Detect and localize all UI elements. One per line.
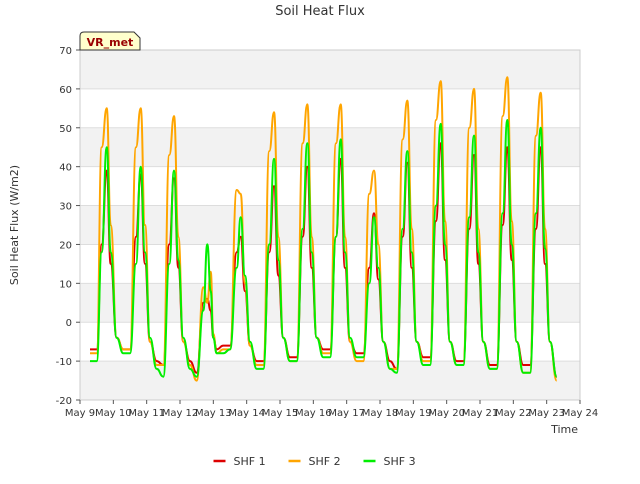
x-tick-label: May 11 (128, 408, 165, 419)
x-axis-label: Time (550, 423, 578, 436)
station-badge: VR_met (79, 31, 141, 51)
x-tick-label: May 12 (162, 408, 199, 419)
x-tick-label: May 17 (328, 408, 365, 419)
x-tick-label: May 19 (395, 408, 432, 419)
plot-band (80, 283, 580, 323)
x-tick-label: May 14 (228, 408, 265, 419)
chart: -20 -10 0 10 20 30 40 50 60 70 May 9 May 10 May 11 M… (0, 0, 640, 480)
x-tick-label: May 9 (65, 408, 95, 419)
x-tick-label: May 21 (462, 408, 499, 419)
x-tick-label: May 20 (428, 408, 465, 419)
y-axis-label: Soil Heat Flux (W/m2) (8, 165, 21, 285)
x-tick-label: May 10 (95, 408, 132, 419)
y-tick-label: 0 (66, 318, 72, 329)
legend: SHF 1 SHF 2 SHF 3 (213, 455, 416, 468)
chart-title: Soil Heat Flux (275, 4, 365, 19)
y-tick-label: -20 (56, 396, 72, 407)
y-tick-label: 60 (59, 85, 72, 96)
y-tick-label: 50 (59, 124, 72, 135)
legend-label: SHF 2 (309, 455, 341, 468)
x-tick-label: May 18 (362, 408, 399, 419)
legend-label: SHF 3 (384, 455, 416, 468)
y-tick-label: 30 (59, 202, 72, 213)
x-tick-label: May 16 (295, 408, 332, 419)
y-tick-label: 20 (59, 240, 72, 251)
y-tick-label: 10 (59, 279, 72, 290)
x-tick-label: May 13 (195, 408, 232, 419)
y-tick-label: -10 (56, 357, 72, 368)
x-tick-label: May 15 (262, 408, 299, 419)
legend-label: SHF 1 (234, 455, 266, 468)
x-tick-label: May 24 (562, 408, 599, 419)
y-tick-label: 70 (59, 46, 72, 57)
x-tick-label: May 23 (528, 408, 565, 419)
x-tick-label: May 22 (495, 408, 532, 419)
chart-canvas: -20-10010203040506070 May 9 May 10May 11M… (0, 0, 640, 480)
badge-label: VR_met (87, 36, 134, 49)
y-tick-label: 40 (59, 163, 72, 174)
